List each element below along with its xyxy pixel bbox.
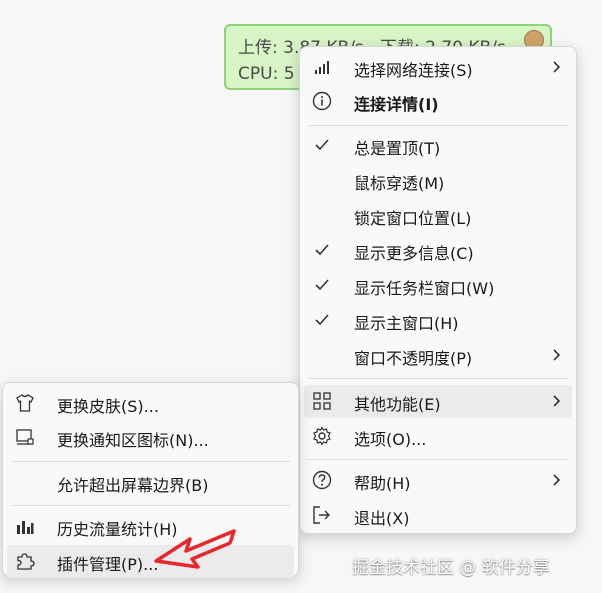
red-arrow-annotation [154,529,236,569]
menu-item-options[interactable]: 选项(O)... [304,420,572,453]
menu-item-label: 显示任务栏窗口(W) [354,279,495,298]
menu-item-label: 插件管理(P)... [57,555,159,574]
menu-item-other-functions[interactable]: 其他功能(E) [304,385,572,418]
menu-item-label: 鼠标穿透(M) [354,174,445,193]
menu-item-label: 选项(O)... [354,430,427,449]
menu-item-mouse-passthrough[interactable]: 鼠标穿透(M) [304,164,572,197]
chevron-right-icon [548,472,564,488]
menu-item-lock-window-position[interactable]: 锁定窗口位置(L) [304,199,572,232]
menu-item-select-network[interactable]: 选择网络连接(S) [304,51,572,84]
menu-separator [308,459,568,460]
menu-item-label: 其他功能(E) [354,395,441,414]
signal-bars-icon [312,57,332,77]
submenu-item-change-tray-icon[interactable]: 更换通知区图标(N)... [7,421,294,454]
menu-item-label: 更换皮肤(S)... [57,397,159,416]
checkmark-icon [312,240,332,260]
shirt-icon [15,393,35,413]
chevron-right-icon [548,347,564,363]
gear-icon [312,426,332,446]
menu-item-show-more-info[interactable]: 显示更多信息(C) [304,234,572,267]
menu-item-label: 更换通知区图标(N)... [57,431,209,450]
menu-separator [11,461,290,462]
menu-item-show-main-window[interactable]: 显示主窗口(H) [304,304,572,337]
chevron-right-icon [548,393,564,409]
menu-item-window-opacity[interactable]: 窗口不透明度(P) [304,339,572,372]
menu-item-show-taskbar-window[interactable]: 显示任务栏窗口(W) [304,269,572,302]
puzzle-icon [15,551,35,571]
chevron-right-icon [548,59,564,75]
watermark: 掘金技术社区 @ 软件分享 [352,558,550,578]
menu-item-exit[interactable]: 退出(X) [304,499,572,532]
menu-item-label: 允许超出屏幕边界(B) [57,476,209,495]
menu-item-label: 退出(X) [354,509,410,528]
bar-chart-icon [15,516,35,536]
menu-item-help[interactable]: 帮助(H) [304,464,572,497]
menu-separator [11,505,290,506]
menu-item-label: 选择网络连接(S) [354,61,473,80]
menu-item-connection-details[interactable]: 连接详情(I) [304,85,572,118]
menu-item-label: 显示更多信息(C) [354,244,474,263]
menu-item-always-on-top[interactable]: 总是置顶(T) [304,129,572,162]
menu-separator [308,378,568,379]
tray-icon [15,427,35,447]
menu-item-label: 窗口不透明度(P) [354,349,473,368]
exit-icon [312,505,332,525]
help-icon [312,470,332,490]
submenu-item-change-skin[interactable]: 更换皮肤(S)... [7,387,294,420]
menu-item-label: 连接详情(I) [354,95,439,114]
checkmark-icon [312,135,332,155]
info-icon [312,91,332,111]
menu-item-label: 帮助(H) [354,474,411,493]
menu-item-label: 锁定窗口位置(L) [354,209,472,228]
menu-item-label: 显示主窗口(H) [354,314,459,333]
cpu-usage: CPU: 5 [238,64,295,84]
grid-icon [312,391,332,411]
menu-separator [308,125,568,126]
submenu-item-allow-offscreen[interactable]: 允许超出屏幕边界(B) [7,466,294,499]
checkmark-icon [312,310,332,330]
menu-item-label: 总是置顶(T) [354,139,441,158]
main-context-menu: 选择网络连接(S) 连接详情(I) 总是置顶(T) 鼠标穿透(M) 锁定窗口位置… [299,46,577,534]
checkmark-icon [312,275,332,295]
